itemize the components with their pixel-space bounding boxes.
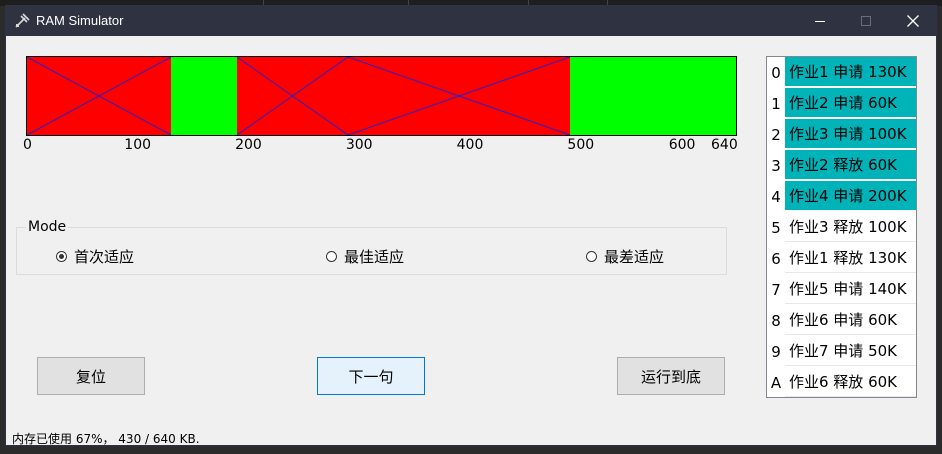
list-item-index: 8 xyxy=(771,311,781,330)
minimize-button[interactable] xyxy=(797,6,843,36)
list-item[interactable]: 8 作业6 申请 60K xyxy=(767,305,916,336)
radio-dot xyxy=(56,251,67,262)
memory-segment-used xyxy=(237,57,348,135)
memory-segment-used xyxy=(348,57,570,135)
list-item-text: 作业1 申请 130K xyxy=(785,57,916,87)
window-title: RAM Simulator xyxy=(36,13,124,28)
instruction-list[interactable]: 0 作业1 申请 130K 1 作业2 申请 60K 2 作业3 申请 100K 3 作业2 … xyxy=(766,56,917,398)
list-item-index: 6 xyxy=(771,249,781,268)
list-item-index: 4 xyxy=(771,187,781,206)
list-item[interactable]: 4 作业4 申请 200K xyxy=(767,181,916,212)
axis-tick-label: 640 xyxy=(711,137,738,153)
list-item-index: 1 xyxy=(771,94,781,113)
list-item-index: 2 xyxy=(771,125,781,144)
maximize-icon xyxy=(861,16,871,26)
radio-dot xyxy=(326,251,337,262)
list-item-text: 作业3 释放 100K xyxy=(785,212,916,242)
next-step-button[interactable]: 下一句 xyxy=(317,357,425,395)
close-icon xyxy=(907,15,919,27)
list-item-text: 作业4 申请 200K xyxy=(785,181,916,211)
maximize-button[interactable] xyxy=(843,6,889,36)
list-item-index: 0 xyxy=(771,63,781,82)
radio-best-fit[interactable]: 最佳适应 xyxy=(326,246,404,267)
memory-segment-free xyxy=(171,57,237,135)
list-item[interactable]: 3 作业2 释放 60K xyxy=(767,150,916,181)
list-item-text: 作业2 释放 60K xyxy=(785,150,916,180)
radio-worst-fit[interactable]: 最差适应 xyxy=(586,246,664,267)
memory-bar xyxy=(26,56,737,136)
allocated-cross-mark xyxy=(27,57,171,135)
axis-tick-label: 600 xyxy=(668,137,696,153)
radio-first-fit[interactable]: 首次适应 xyxy=(56,246,134,267)
list-item-text: 作业5 申请 140K xyxy=(785,274,916,304)
memory-segment-free xyxy=(570,57,736,135)
list-item-index: 9 xyxy=(771,342,781,361)
radio-dot xyxy=(586,251,597,262)
mode-group-label: Mode xyxy=(26,219,69,235)
list-item[interactable]: 0 作业1 申请 130K xyxy=(767,57,916,88)
axis-tick-label: 300 xyxy=(345,137,373,153)
list-item[interactable]: 1 作业2 申请 60K xyxy=(767,88,916,119)
list-item-text: 作业7 申请 50K xyxy=(785,336,916,366)
list-item[interactable]: 7 作业5 申请 140K xyxy=(767,274,916,305)
list-item[interactable]: 5 作业3 释放 100K xyxy=(767,212,916,243)
list-item-text: 作业1 释放 130K xyxy=(785,243,916,273)
status-text: 内存已使用 67%， 430 / 640 KB. xyxy=(12,432,200,446)
list-item-index: A xyxy=(770,373,782,392)
app-icon xyxy=(15,13,30,28)
list-item-index: 3 xyxy=(771,156,781,175)
app-window: RAM Simulator 0 100 200 300 400 500 600 640 Mod… xyxy=(5,5,937,446)
list-item-index: 7 xyxy=(771,280,781,299)
list-item-text: 作业6 申请 60K xyxy=(785,305,916,335)
axis-tick-label: 100 xyxy=(124,137,152,153)
allocated-cross-mark xyxy=(237,57,348,135)
list-item-text: 作业6 释放 60K xyxy=(785,367,916,397)
run-to-end-button[interactable]: 运行到底 xyxy=(617,357,725,395)
axis-tick-label: 400 xyxy=(456,137,484,153)
radio-label-worst-fit: 最差适应 xyxy=(604,248,665,266)
list-item-text: 作业2 申请 60K xyxy=(785,88,916,118)
memory-segment-used xyxy=(27,57,171,135)
minimize-icon xyxy=(815,21,825,22)
axis-tick-label: 0 xyxy=(23,137,32,153)
list-item[interactable]: 9 作业7 申请 50K xyxy=(767,336,916,367)
axis-tick-label: 200 xyxy=(235,137,262,153)
list-item[interactable]: 2 作业3 申请 100K xyxy=(767,119,916,150)
title-bar[interactable]: RAM Simulator xyxy=(6,6,936,36)
list-item[interactable]: 6 作业1 释放 130K xyxy=(767,243,916,274)
list-item[interactable]: A 作业6 释放 60K xyxy=(767,367,916,398)
list-item-text: 作业3 申请 100K xyxy=(785,119,916,149)
axis-tick-label: 500 xyxy=(567,137,595,153)
allocated-cross-mark xyxy=(348,57,570,135)
list-item-index: 5 xyxy=(771,218,781,237)
radio-label-best-fit: 最佳适应 xyxy=(344,248,405,266)
close-button[interactable] xyxy=(890,6,936,36)
reset-button[interactable]: 复位 xyxy=(37,357,145,395)
radio-label-first-fit: 首次适应 xyxy=(74,248,135,266)
